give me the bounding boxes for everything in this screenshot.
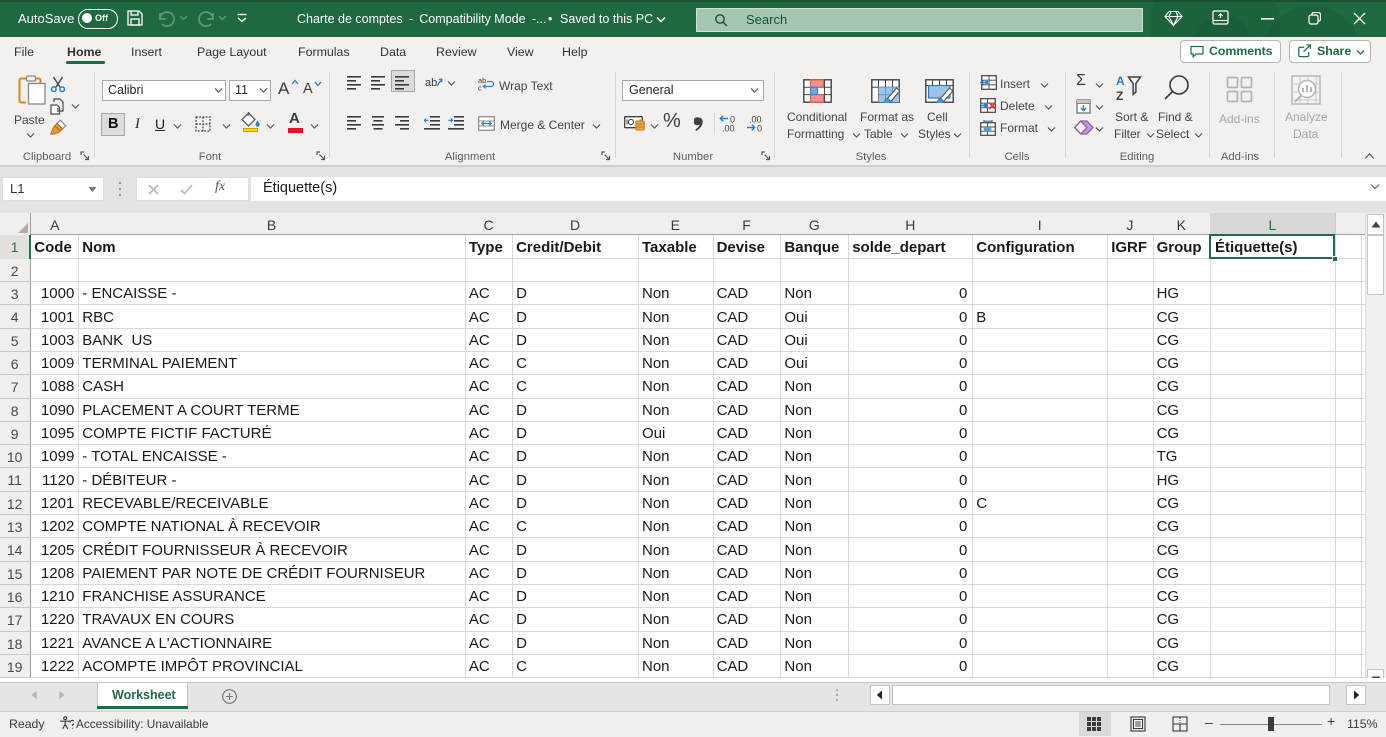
svg-text:.00: .00 [722, 124, 735, 133]
svg-text:c: c [478, 84, 482, 92]
svg-text:Z: Z [1116, 89, 1123, 103]
svg-text:A: A [1116, 74, 1125, 88]
svg-text:ab: ab [425, 77, 437, 89]
svg-text:0: 0 [757, 124, 762, 133]
